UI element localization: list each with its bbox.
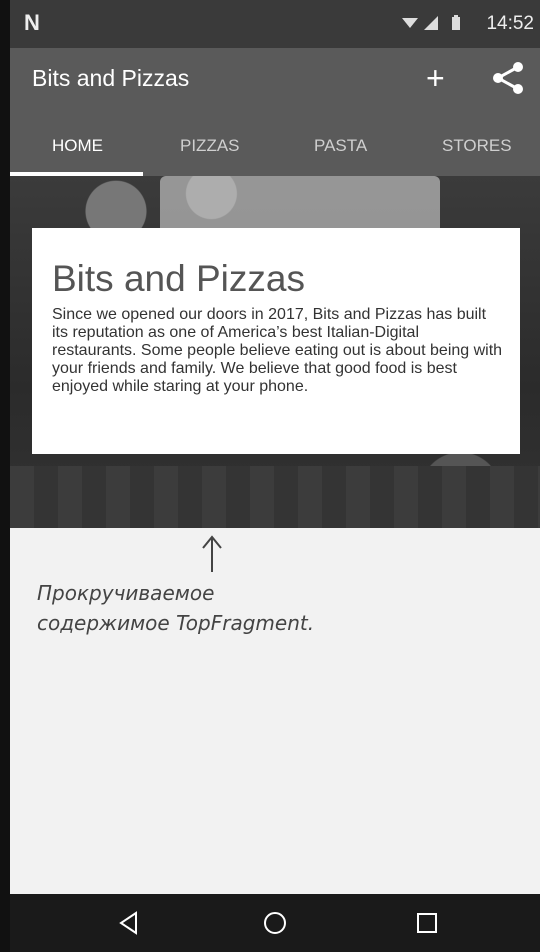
card-body: Since we opened our doors in 2017, Bits … [52, 306, 503, 395]
home-icon[interactable] [260, 908, 290, 938]
tab-bar: HOME PIZZAS PASTA STORES [10, 110, 540, 176]
wood-table-image [10, 466, 540, 528]
info-card: Bits and Pizzas Since we opened our door… [32, 228, 520, 454]
back-icon[interactable] [114, 908, 144, 938]
arrow-up-icon [202, 535, 222, 572]
annotation-text: Прокручиваемое содержимое TopFragment. [37, 578, 417, 638]
recents-icon[interactable] [412, 908, 442, 938]
status-bar: N 14:52 [10, 0, 540, 48]
annotation-line-1: Прокручиваемое [37, 581, 215, 605]
clock: 14:52 [486, 13, 534, 34]
tab-stores[interactable]: STORES [442, 136, 512, 156]
device-frame: N 14:52 Bits and Pizzas + HOME PIZZAS PA… [0, 0, 540, 952]
screen: N 14:52 Bits and Pizzas + HOME PIZZAS PA… [10, 0, 540, 952]
wifi-cell-battery-icon [402, 15, 460, 30]
pizza-board-image [160, 176, 440, 236]
tab-pizzas[interactable]: PIZZAS [180, 136, 240, 156]
tab-home[interactable]: HOME [52, 136, 103, 156]
app-bar: Bits and Pizzas + [10, 48, 540, 110]
notification-icon: N [24, 10, 40, 35]
navigation-bar [10, 894, 540, 952]
annotation-line-2: содержимое TopFragment. [37, 611, 315, 635]
app-title: Bits and Pizzas [32, 65, 190, 91]
hero-image: Bits and Pizzas Since we opened our door… [10, 176, 540, 528]
share-icon[interactable] [490, 60, 526, 96]
phone-edge [0, 0, 10, 952]
tab-pasta[interactable]: PASTA [314, 136, 367, 156]
plus-icon[interactable]: + [426, 60, 445, 97]
card-heading: Bits and Pizzas [52, 258, 305, 299]
signal-icons [400, 14, 470, 37]
